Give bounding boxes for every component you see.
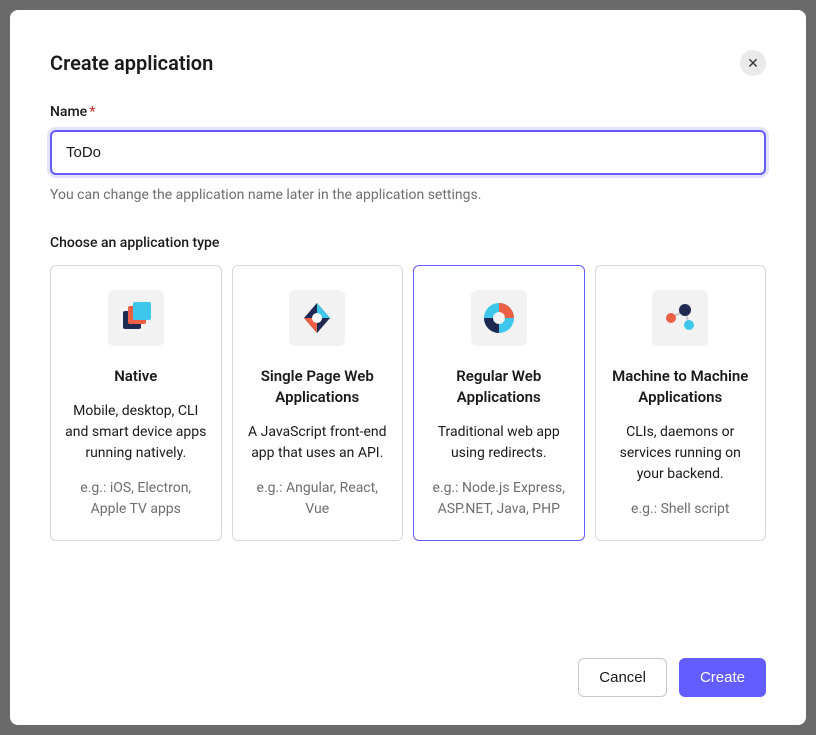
- card-title: Machine to Machine Applications: [610, 366, 752, 408]
- card-title: Native: [114, 366, 157, 387]
- name-field: Name* You can change the application nam…: [50, 104, 766, 203]
- native-icon: [108, 290, 164, 346]
- m2m-icon: [652, 290, 708, 346]
- app-type-label: Choose an application type: [50, 235, 766, 251]
- name-hint: You can change the application name late…: [50, 187, 766, 203]
- close-icon: ✕: [747, 56, 759, 70]
- create-application-modal: Create application ✕ Name* You can chang…: [10, 10, 806, 725]
- card-title: Regular Web Applications: [428, 366, 570, 408]
- card-example: e.g.: Shell script: [631, 499, 729, 520]
- app-type-native[interactable]: Native Mobile, desktop, CLI and smart de…: [50, 265, 222, 541]
- card-example: e.g.: Node.js Express, ASP.NET, Java, PH…: [428, 478, 570, 520]
- name-label-text: Name: [50, 104, 87, 120]
- close-button[interactable]: ✕: [740, 50, 766, 76]
- app-type-cards: Native Mobile, desktop, CLI and smart de…: [50, 265, 766, 541]
- app-type-regular-web[interactable]: Regular Web Applications Traditional web…: [413, 265, 585, 541]
- modal-header: Create application ✕: [50, 50, 766, 76]
- app-type-spa[interactable]: Single Page Web Applications A JavaScrip…: [232, 265, 404, 541]
- card-description: Traditional web app using redirects.: [428, 422, 570, 464]
- create-button[interactable]: Create: [679, 658, 766, 697]
- name-label: Name*: [50, 104, 766, 120]
- cancel-button[interactable]: Cancel: [578, 658, 667, 697]
- modal-title: Create application: [50, 51, 213, 75]
- card-description: Mobile, desktop, CLI and smart device ap…: [65, 401, 207, 464]
- card-description: CLIs, daemons or services running on you…: [610, 422, 752, 485]
- name-input[interactable]: [50, 130, 766, 175]
- card-description: A JavaScript front-end app that uses an …: [247, 422, 389, 464]
- regular-web-icon: [471, 290, 527, 346]
- card-title: Single Page Web Applications: [247, 366, 389, 408]
- card-example: e.g.: iOS, Electron, Apple TV apps: [65, 478, 207, 520]
- spa-icon: [289, 290, 345, 346]
- app-type-m2m[interactable]: Machine to Machine Applications CLIs, da…: [595, 265, 767, 541]
- card-example: e.g.: Angular, React, Vue: [247, 478, 389, 520]
- required-asterisk: *: [89, 104, 95, 120]
- modal-footer: Cancel Create: [50, 630, 766, 697]
